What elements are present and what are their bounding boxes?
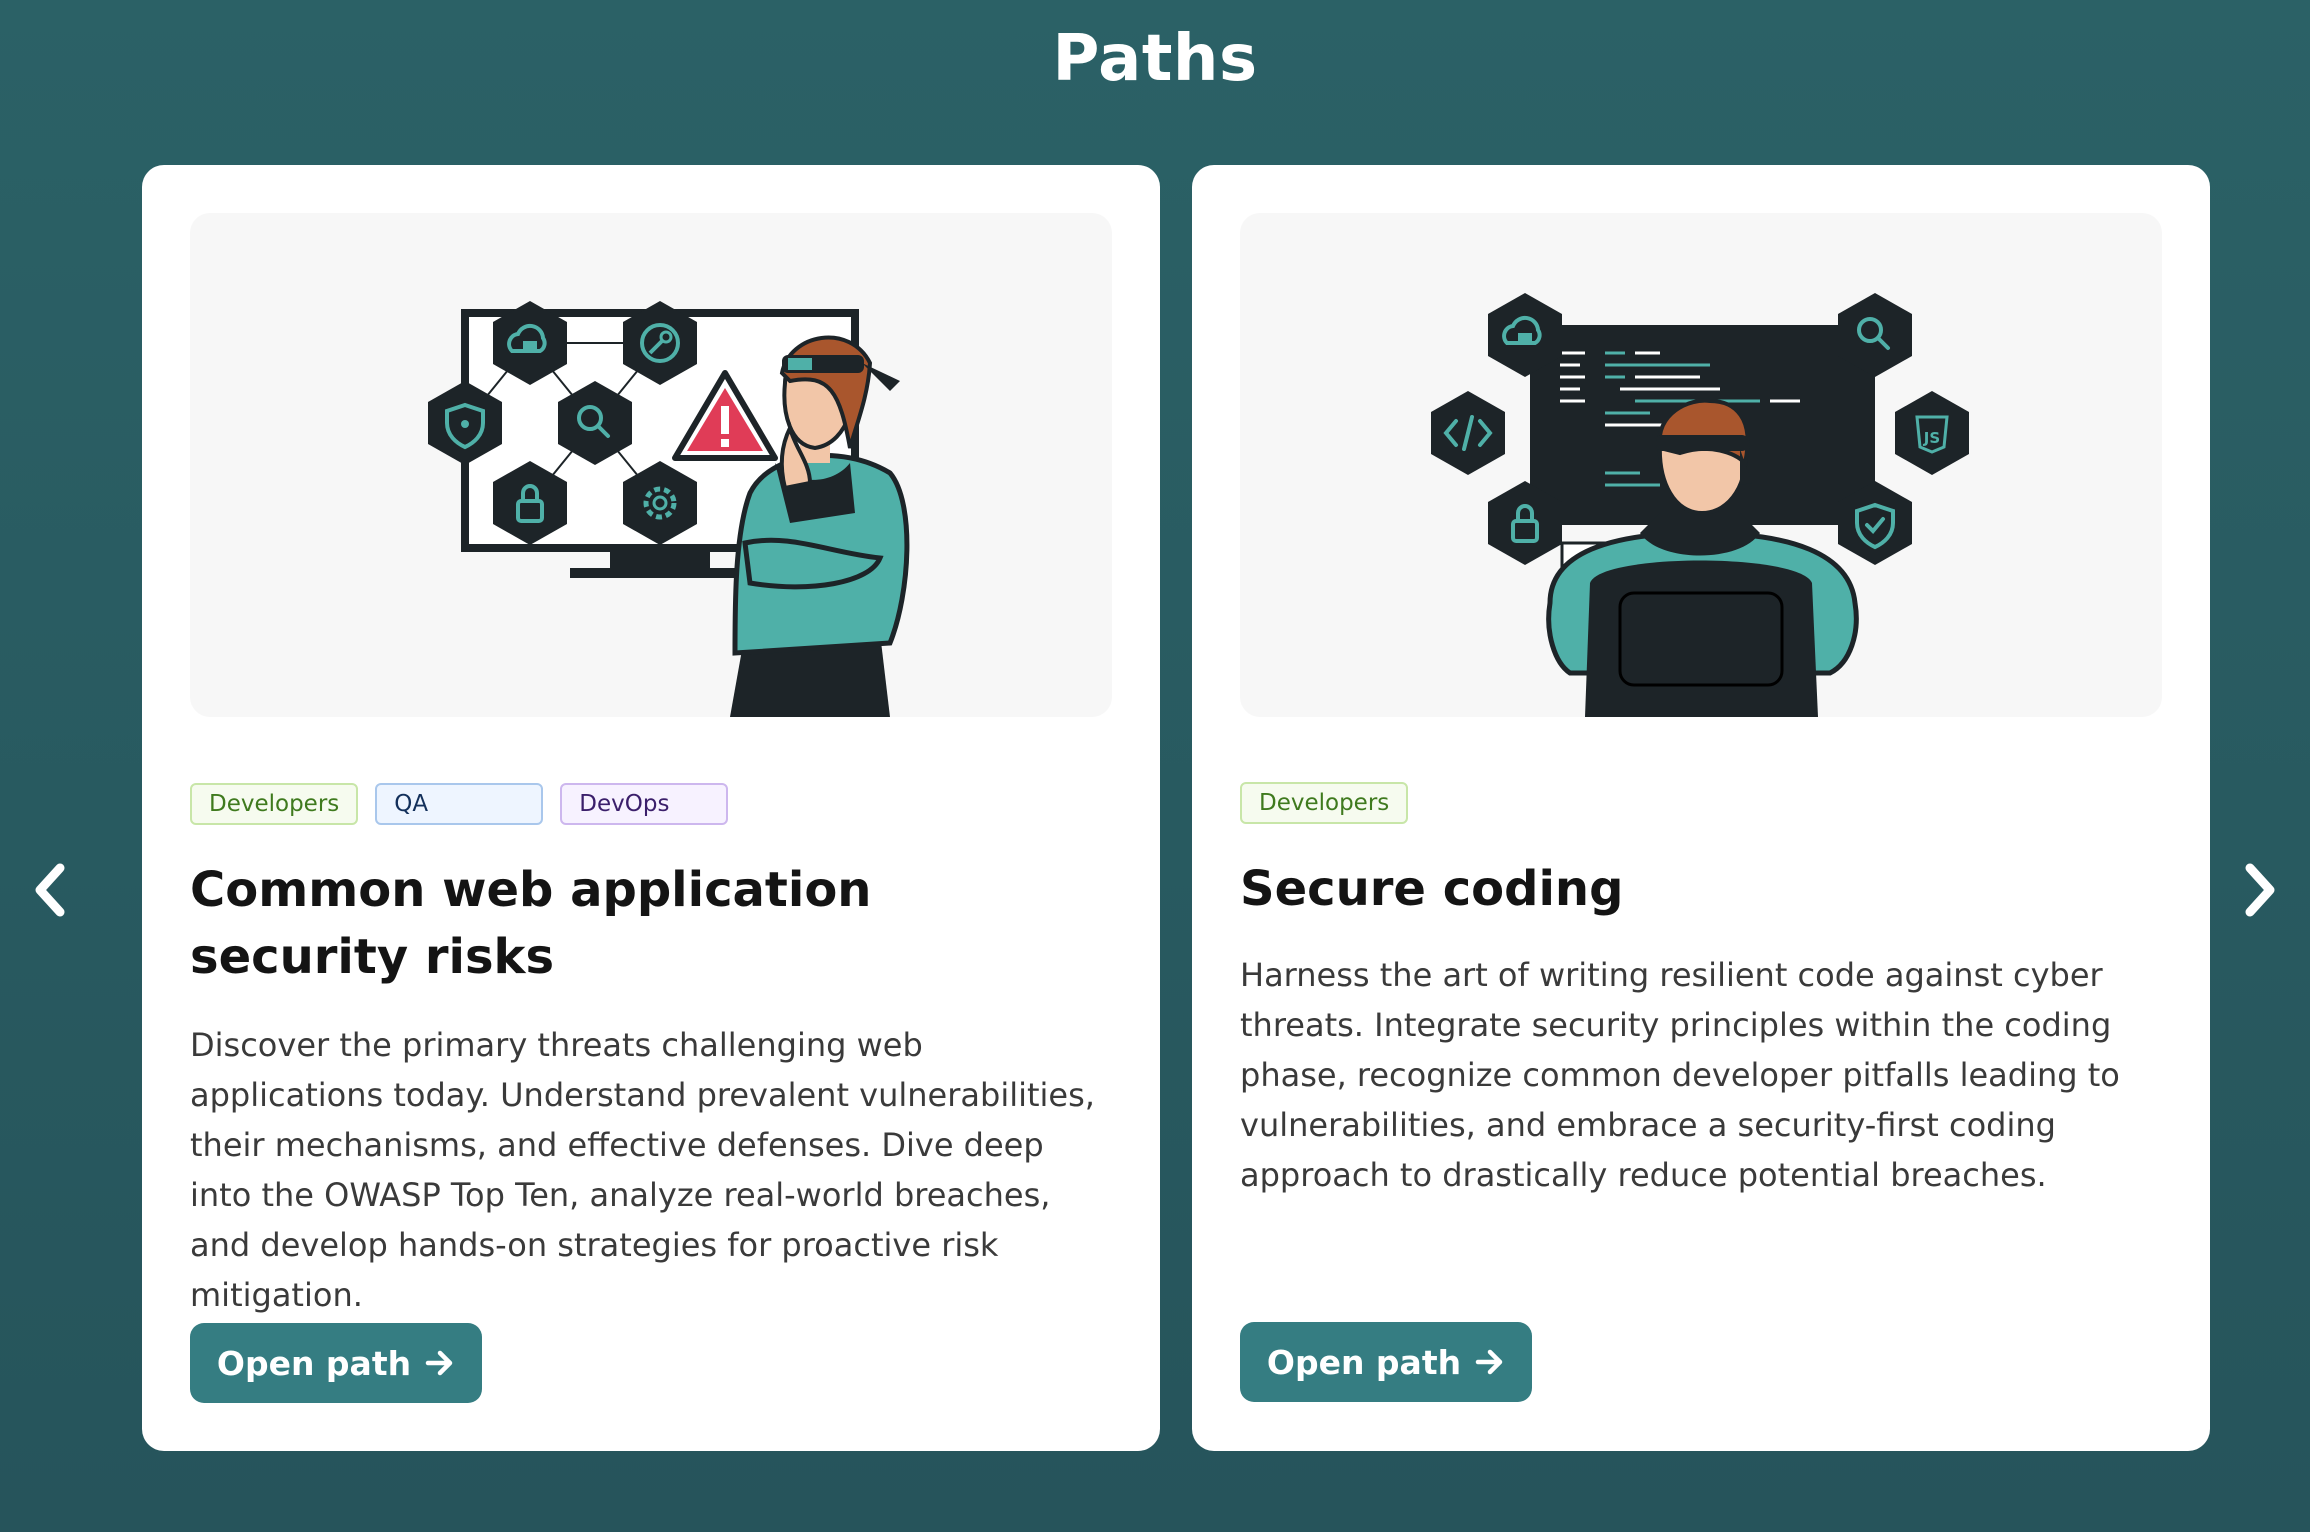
carousel-prev-button[interactable]: [15, 855, 85, 925]
arrow-right-icon: [1475, 1348, 1505, 1376]
tag-developers[interactable]: Developers: [1240, 782, 1409, 824]
svg-text:JS: JS: [1923, 429, 1940, 447]
code-icon: [1431, 391, 1505, 475]
card-description: Discover the primary threats challenging…: [190, 1026, 1095, 1314]
card-title-line-2: security risks: [190, 929, 555, 985]
card-title: Common web application security risks: [190, 857, 1090, 991]
open-path-label: Open path: [216, 1343, 412, 1383]
tag-developers[interactable]: Developers: [190, 783, 359, 825]
arrow-right-icon: [425, 1349, 455, 1377]
chevron-left-icon: [35, 863, 65, 917]
carousel-next-button[interactable]: [2225, 855, 2295, 925]
open-path-label: Open path: [1266, 1342, 1462, 1382]
card-title-line-1: Common web application: [190, 862, 872, 918]
tag-devops[interactable]: DevOps: [560, 783, 729, 825]
open-path-button[interactable]: Open path: [1240, 1322, 1532, 1402]
tag-list: Developers QA DevOps: [190, 783, 729, 825]
js-icon: JS: [1895, 391, 1969, 475]
tag-qa[interactable]: QA: [375, 783, 544, 825]
chevron-right-icon: [2245, 863, 2275, 917]
card-title: Secure coding: [1240, 861, 1624, 917]
open-path-button[interactable]: Open path: [190, 1323, 482, 1403]
card-description: Harness the art of writing resilient cod…: [1240, 956, 2120, 1194]
page-title: Paths: [1052, 22, 1258, 96]
path-illustration: JS: [1240, 213, 2162, 717]
path-illustration: [190, 213, 1112, 717]
path-card-web-security: Developers QA DevOps Common web applicat…: [142, 165, 1160, 1451]
tag-list: Developers: [1240, 782, 1409, 824]
path-card-secure-coding: JS Developers Secure coding Harness the …: [1192, 165, 2210, 1451]
